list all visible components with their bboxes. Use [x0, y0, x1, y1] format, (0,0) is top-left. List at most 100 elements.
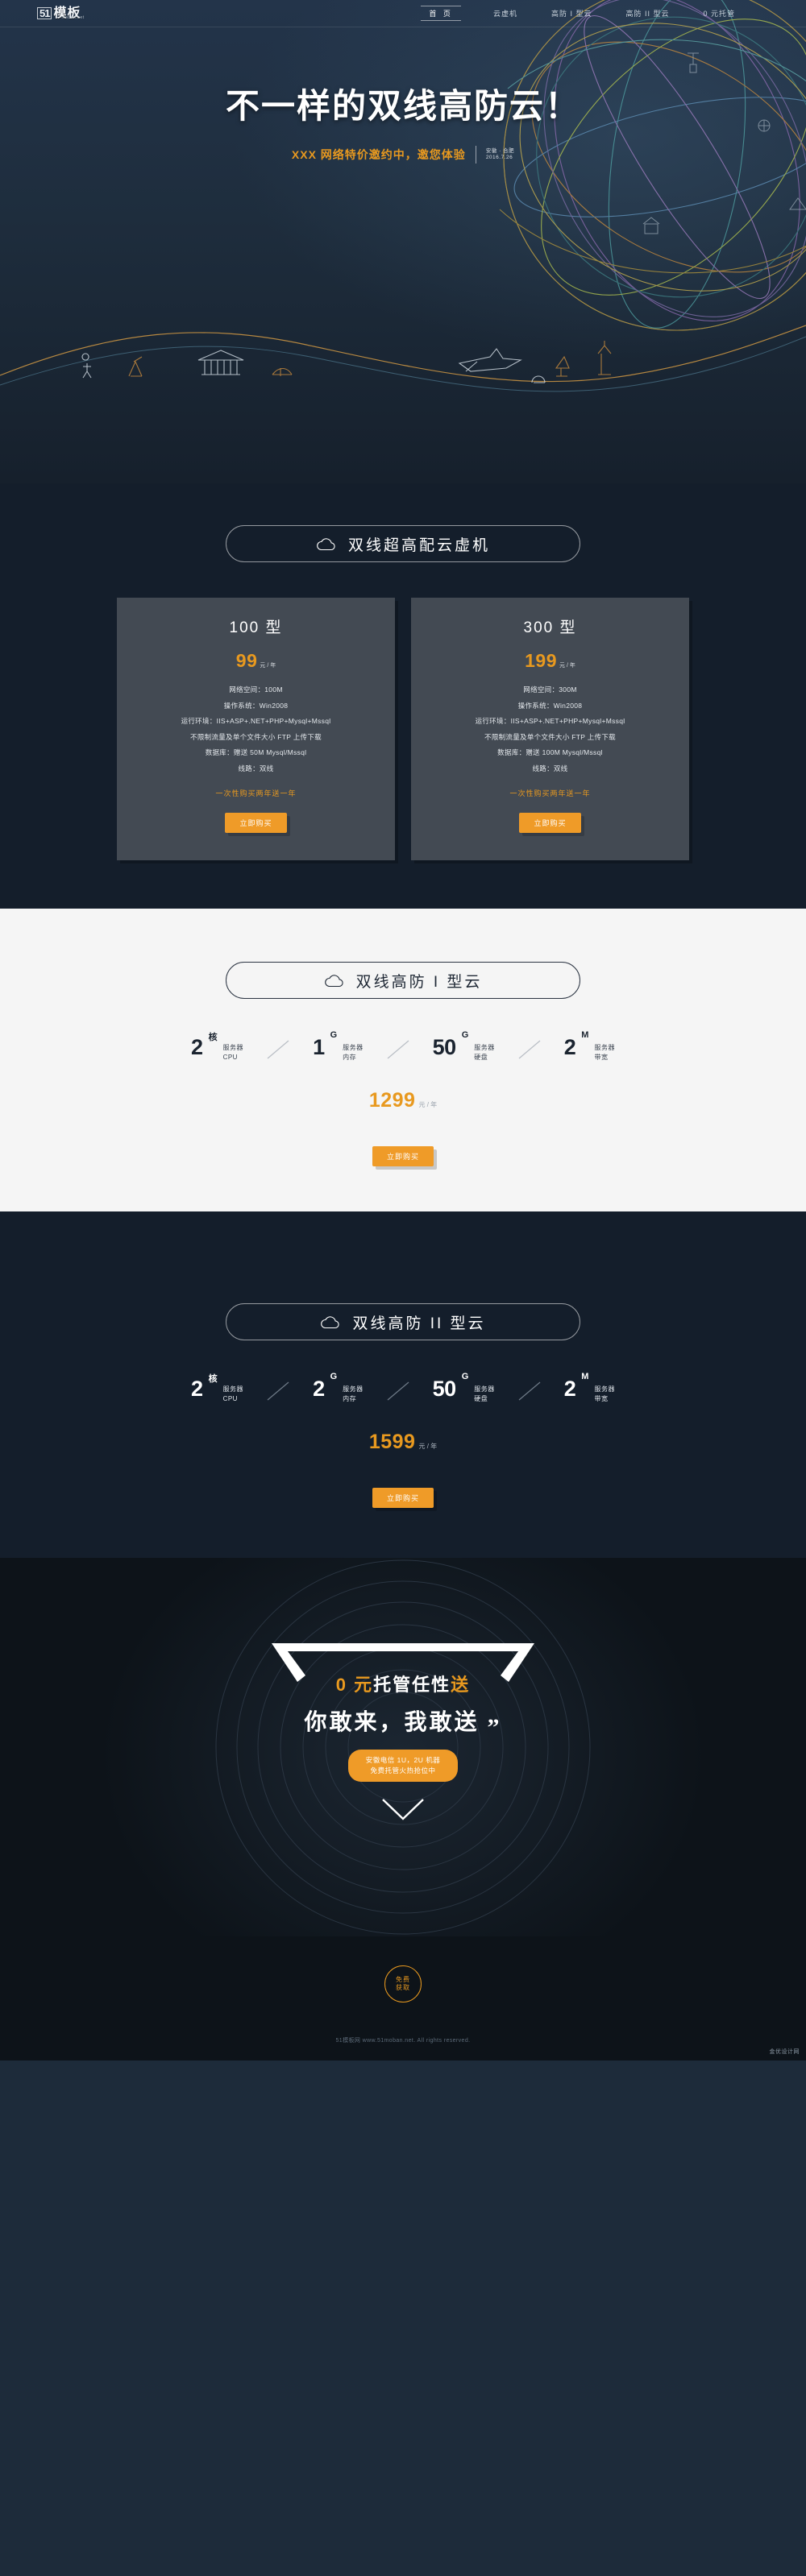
spec-label-line2: 内存	[343, 1394, 357, 1402]
cloud-2-heading: 双线高防 II 型云	[226, 1303, 580, 1341]
spec-bandwidth: 2 M 服务器 带宽	[563, 1030, 615, 1062]
vm-spec-line: 不限制流量及单个文件大小 FTP 上传下载	[190, 732, 322, 741]
promo-btn-line2: 免费托管火热抢位中	[370, 1766, 436, 1775]
vm-spec-line: 运行环境：IIS+ASP+.NET+PHP+Mysql+Mssql	[475, 717, 625, 725]
spec-label: 服务器 带宽	[594, 1379, 615, 1403]
vm-spec-line: 运行环境：IIS+ASP+.NET+PHP+Mysql+Mssql	[181, 717, 331, 725]
vm-price-value: 99	[235, 650, 258, 671]
spec-unit: M	[581, 1030, 589, 1040]
slash-divider-icon	[518, 1381, 541, 1401]
buy-now-button[interactable]: 立即购买	[372, 1488, 434, 1509]
cloud-2-price: 1599 元 / 年	[0, 1403, 806, 1454]
spec-disk: 50 G 服务器 硬盘	[432, 1372, 495, 1403]
spec-label-line1: 服务器	[594, 1385, 615, 1394]
spec-label-line1: 服务器	[222, 1044, 244, 1051]
spec-label-line2: CPU	[222, 1394, 238, 1402]
vm-spec-line: 操作系统：Win2008	[517, 701, 583, 710]
spec-label-line2: 硬盘	[474, 1053, 488, 1061]
buy-now-button[interactable]: 立即购买	[225, 813, 287, 833]
nav-item-cloud-1[interactable]: 高防 I 型云	[550, 6, 594, 21]
cloud-2-buy-wrap: 立即购买	[0, 1454, 806, 1558]
spec-label-line1: 服务器	[222, 1385, 244, 1394]
get-free-button[interactable]: 免费 获取	[384, 1965, 422, 2003]
site-logo[interactable]: 51 模板 moban.net	[37, 7, 85, 20]
nav-item-home[interactable]: 首 页	[421, 6, 461, 21]
vm-heading-text: 双线超高配云虚机	[347, 536, 490, 554]
spec-number: 50	[432, 1377, 457, 1402]
vm-card-promo: 一次性购买两年送一年	[509, 789, 591, 797]
vm-spec-line: 网络空间：100M	[229, 685, 283, 694]
spec-number: 2	[191, 1035, 203, 1059]
cloud-1-price-unit: 元 / 年	[418, 1101, 438, 1109]
nav-item-cloud-2[interactable]: 高防 II 型云	[624, 6, 671, 21]
spec-label-line1: 服务器	[474, 1385, 495, 1394]
cloud-1-section: 双线高防 I 型云 2 核 服务器 CPU 1 G 服务器 内存 50 G 服务…	[0, 909, 806, 1254]
spec-unit: G	[330, 1372, 338, 1382]
spec-number: 50	[432, 1035, 457, 1059]
spec-label: 服务器 硬盘	[474, 1379, 495, 1403]
hero-event-info: 安徽 · 合肥 2016.7.26	[486, 148, 514, 161]
spec-label-line2: 带宽	[594, 1053, 609, 1061]
logo-mark: 51	[37, 7, 52, 19]
spec-memory: 2 G 服务器 内存	[313, 1372, 364, 1403]
spec-label-line1: 服务器	[343, 1385, 364, 1394]
spec-cpu: 2 核 服务器 CPU	[191, 1033, 244, 1062]
vm-price-value: 199	[525, 650, 558, 671]
chevron-down-icon[interactable]	[381, 1798, 425, 1822]
spec-label-line2: 带宽	[594, 1394, 609, 1402]
spec-unit: G	[461, 1372, 469, 1382]
slash-divider-icon	[387, 1040, 409, 1059]
spec-label: 服务器 内存	[343, 1037, 364, 1062]
slash-divider-icon	[267, 1381, 289, 1401]
logo-domain: moban.net	[61, 15, 85, 20]
spec-number: 2	[563, 1035, 576, 1059]
circle-btn-line1: 免费	[396, 1975, 410, 1983]
top-navigation: 51 模板 moban.net 首 页 云虚机 高防 I 型云 高防 II 型云…	[0, 0, 806, 27]
promo-headline-1: 0 元托管任性送	[0, 1671, 806, 1696]
nav-item-hosting[interactable]: 0 元托管	[701, 6, 737, 21]
free-hosting-button[interactable]: 安徽电信 1U，2U 机器 免费托管火热抢位中	[347, 1750, 459, 1782]
cloud-1-spec-row: 2 核 服务器 CPU 1 G 服务器 内存 50 G 服务器 硬盘 2 M 服…	[0, 999, 806, 1062]
spec-unit: 核	[208, 1374, 218, 1385]
vm-spec-line: 数据库：赠送 50M Mysql/Mssql	[205, 748, 307, 756]
spec-number: 2	[313, 1377, 325, 1402]
footer-copyright: 51模板网 www.51moban.net. All rights reserv…	[335, 2038, 471, 2044]
cloud-1-price: 1299 元 / 年	[0, 1062, 806, 1112]
promo-btn-line1: 安徽电信 1U，2U 机器	[365, 1756, 441, 1765]
cloud-icon	[317, 537, 335, 550]
nav-item-vm[interactable]: 云虚机	[492, 6, 519, 21]
promo-headline-2-text: 你敢来，我敢送	[304, 1709, 480, 1735]
buy-now-button[interactable]: 立即购买	[372, 1146, 434, 1167]
vm-spec-line: 数据库：赠送 100M Mysql/Mssql	[497, 748, 603, 756]
buy-now-button[interactable]: 立即购买	[519, 813, 581, 833]
spec-number: 1	[313, 1035, 325, 1059]
spec-label-line1: 服务器	[474, 1044, 495, 1051]
skyline-icons	[81, 341, 612, 383]
cloud-1-price-value: 1299	[368, 1089, 416, 1112]
cloud-2-section: 双线高防 II 型云 2 核 服务器 CPU 2 G 服务器 内存 50 G 服…	[0, 1211, 806, 1559]
spec-number: 2	[563, 1377, 576, 1402]
vm-card-100[interactable]: 100 型 99 元 / 年 网络空间：100M 操作系统：Win2008 运行环…	[117, 598, 395, 860]
vm-card-price: 99 元 / 年	[117, 650, 395, 672]
slash-divider-icon	[518, 1040, 541, 1059]
page-title: 不一样的双线高防云！	[225, 87, 580, 125]
slash-divider-icon	[267, 1040, 289, 1059]
vm-card-300[interactable]: 300 型 199 元 / 年 网络空间：300M 操作系统：Win2008 运行…	[411, 598, 689, 860]
slash-divider-icon	[387, 1381, 409, 1401]
hosting-promo-section: 0 元托管任性送 你敢来，我敢送 ” 安徽电信 1U，2U 机器 免费托管火热抢…	[0, 1558, 806, 1937]
cloud-2-price-unit: 元 / 年	[418, 1443, 438, 1451]
hero-section: 51 模板 moban.net 首 页 云虚机 高防 I 型云 高防 II 型云…	[0, 0, 806, 483]
spec-unit: G	[330, 1030, 338, 1040]
vm-section: 双线超高配云虚机 100 型 99 元 / 年 网络空间：100M 操作系统：Wi…	[0, 483, 806, 909]
spec-label: 服务器 内存	[343, 1379, 364, 1403]
promo-headline-mid: 托管任性	[373, 1675, 451, 1696]
promo-headline-2: 你敢来，我敢送 ”	[304, 1704, 501, 1739]
cloud-2-spec-row: 2 核 服务器 CPU 2 G 服务器 内存 50 G 服务器 硬盘 2 M 服…	[0, 1340, 806, 1403]
vm-spec-line: 操作系统：Win2008	[223, 701, 289, 710]
vm-spec-line: 网络空间：300M	[523, 685, 577, 694]
spec-unit: M	[581, 1372, 589, 1382]
vm-card-list: 100 型 99 元 / 年 网络空间：100M 操作系统：Win2008 运行环…	[0, 562, 806, 909]
cloud-icon	[321, 1315, 340, 1328]
spec-disk: 50 G 服务器 硬盘	[432, 1030, 495, 1062]
vm-card-title: 100 型	[229, 619, 283, 636]
